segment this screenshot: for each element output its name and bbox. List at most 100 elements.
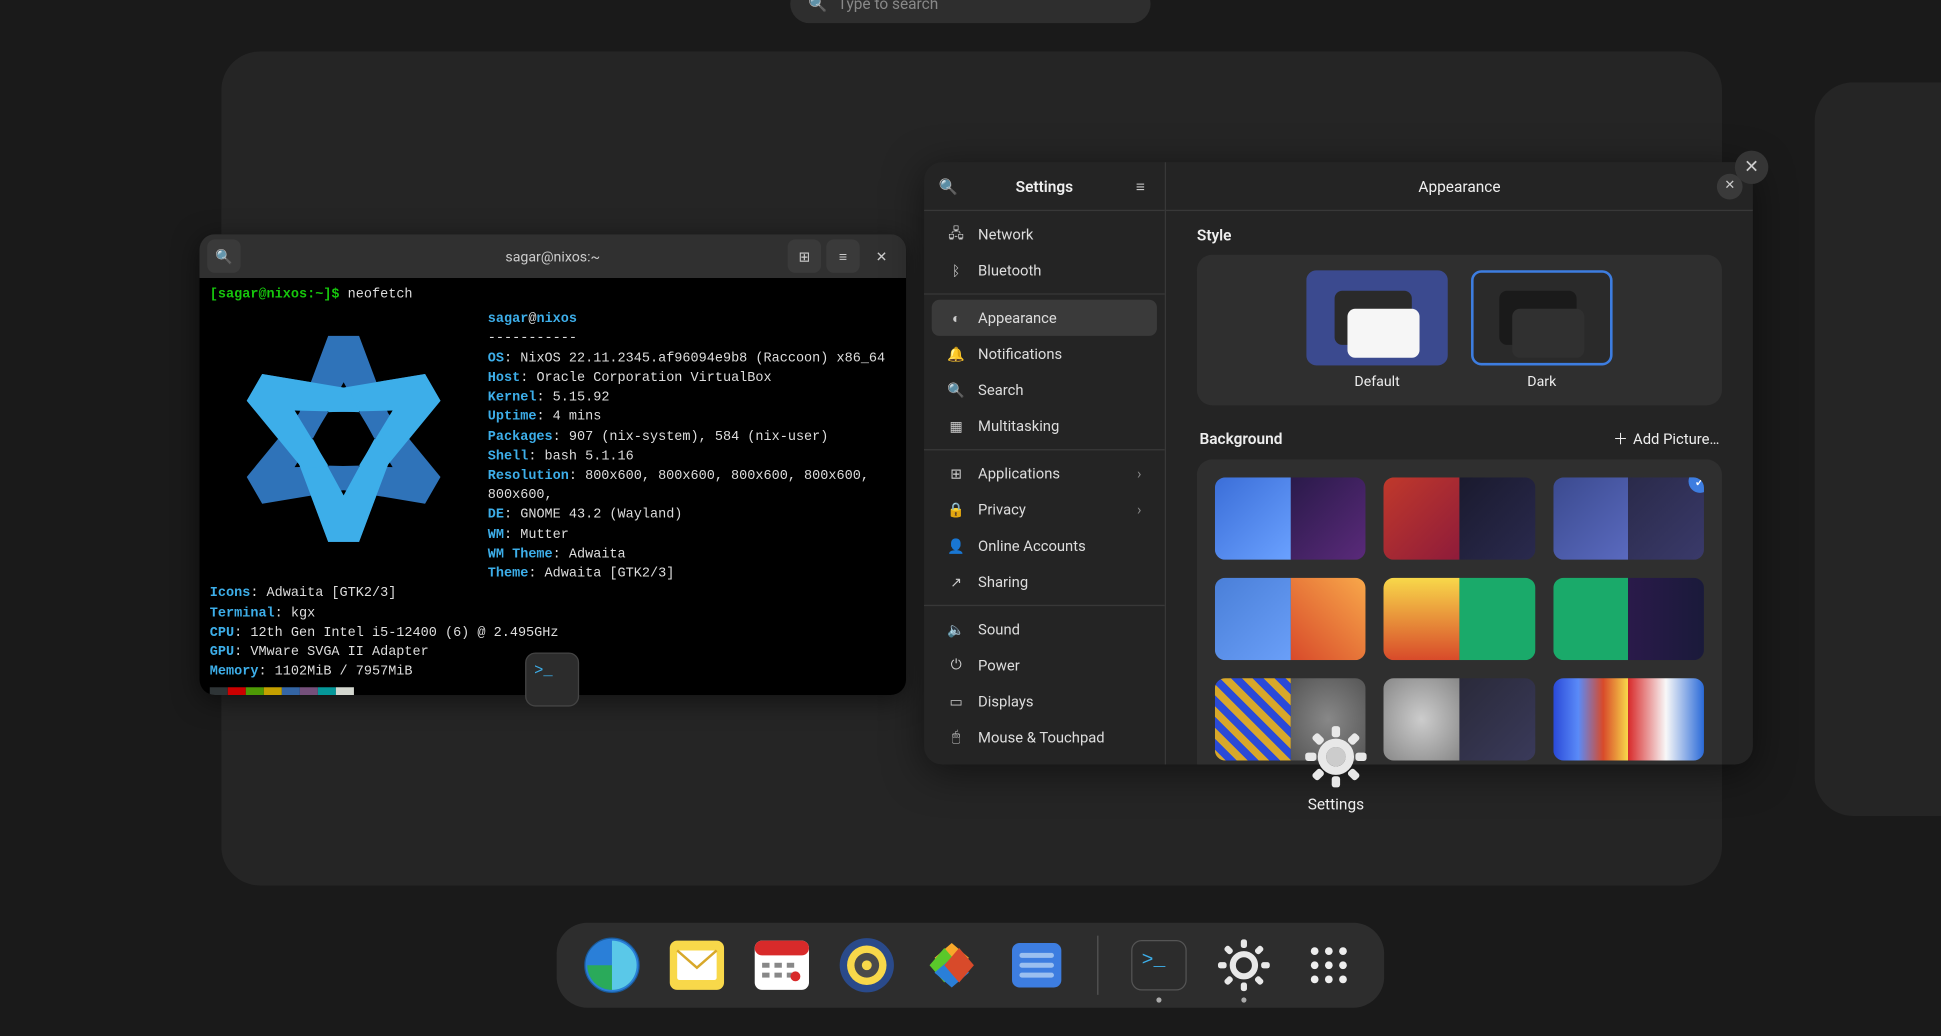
sidebar-item-displays[interactable]: ▭ Displays [932,683,1157,719]
notifications-icon: 🔔 [947,346,965,363]
settings-app-thumbnail[interactable]: Settings [1302,723,1369,813]
wallpaper-option[interactable] [1384,678,1535,760]
sidebar-item-label: Network [978,225,1033,243]
sidebar-item-label: Displays [978,692,1033,710]
wallpaper-option[interactable] [1215,477,1366,559]
sidebar-item-sound[interactable]: 🔈 Sound [932,611,1157,647]
sidebar-item-bluetooth[interactable]: ᛒBluetooth [932,252,1157,288]
network-icon: 🖧 [947,222,965,246]
wallpaper-option[interactable] [1215,578,1366,660]
workspace-next[interactable] [1815,82,1941,816]
nixos-logo-ascii [215,310,472,567]
bluetooth-icon: ᛒ [947,262,965,279]
neofetch-line: Terminal: kgx [210,604,896,624]
sidebar-item-network[interactable]: 🖧 Network [932,216,1157,252]
dock-music[interactable] [837,936,896,995]
overview-close-button[interactable]: ✕ [1735,151,1768,184]
terminal-prompt-icon: >_ [534,662,553,680]
sidebar-item-label: Multitasking [978,417,1059,435]
wallpaper-option[interactable] [1553,578,1704,660]
background-card: ✓ [1197,459,1722,764]
wallpaper-option[interactable]: ✓ [1553,477,1704,559]
sidebar-item-appearance[interactable]: ◐Appearance [932,300,1157,336]
dock-terminal[interactable]: >_ [1129,936,1188,995]
neofetch-line: Icons: Adwaita [GTK2/3] [210,585,896,605]
style-card: Default Dark [1197,255,1722,406]
dock-show-apps[interactable] [1299,936,1358,995]
sidebar-item-online-accounts[interactable]: 👤Online Accounts [932,528,1157,564]
sidebar-item-sharing[interactable]: ↗Sharing [932,564,1157,600]
terminal-new-tab-button[interactable]: ⊞ [788,239,821,272]
dock-mail[interactable] [667,936,726,995]
search-icon: 🔍 [808,0,827,13]
terminal-menu-button[interactable]: ≡ [826,239,859,272]
wallpaper-option[interactable] [1384,477,1535,559]
sidebar-separator [924,293,1165,294]
sidebar-item-multitasking[interactable]: ▦ Multitasking [932,408,1157,444]
dock-settings[interactable] [1214,936,1273,995]
sidebar-item-label: Power [978,656,1020,674]
terminal-search-button[interactable]: 🔍 [207,239,240,272]
style-option-default[interactable]: Default [1306,270,1448,390]
sidebar-item-keyboard[interactable]: ⌨Keyboard [932,755,1157,764]
dock-separator [1097,936,1098,995]
hamburger-icon: ≡ [1136,177,1145,195]
settings-search-button[interactable]: 🔍 [934,172,962,200]
wallpaper-option[interactable] [1553,678,1704,760]
terminal-app-thumbnail[interactable]: >_ [525,653,579,707]
sidebar-item-notifications[interactable]: 🔔Notifications [932,336,1157,372]
settings-sidebar-header: 🔍 Settings ≡ [924,162,1165,211]
search-placeholder: Type to search [838,0,938,13]
mouse-touchpad-icon: 🖱 [947,728,965,746]
sidebar-item-label: Sound [978,620,1020,638]
chevron-right-icon: › [1137,501,1141,519]
style-label-dark: Dark [1527,373,1556,390]
displays-icon: ▭ [947,693,965,710]
sidebar-item-label: Search [978,381,1023,399]
terminal-title: sagar@nixos:~ [505,248,600,265]
settings-thumb-label: Settings [1308,795,1364,813]
sidebar-item-applications[interactable]: ⊞Applications› [932,456,1157,492]
terminal-window[interactable]: 🔍 sagar@nixos:~ ⊞ ≡ ✕ [sagar@nixos:~]$ n… [199,234,906,695]
style-option-dark[interactable]: Dark [1471,270,1613,390]
sidebar-item-search[interactable]: 🔍 Search [932,372,1157,408]
sidebar-item-label: Privacy [978,501,1026,519]
wallpaper-option[interactable] [1384,578,1535,660]
settings-main-header: Appearance ✕ [1166,162,1753,211]
add-picture-button[interactable]: ＋ Add Picture… [1613,429,1719,450]
svg-text:>_: >_ [1142,949,1166,971]
sidebar-separator [924,449,1165,450]
close-icon: ✕ [1724,179,1735,193]
sidebar-item-label: Applications [978,465,1060,483]
sidebar-item-power[interactable]: ⏻Power [932,647,1157,683]
neofetch-line: CPU: 12th Gen Intel i5-12400 (6) @ 2.495… [210,624,896,644]
neofetch-line: Theme: Adwaita [GTK2/3] [210,565,896,585]
appearance-icon: ◐ [947,310,965,327]
search-icon: 🔍 [947,382,965,399]
settings-menu-button[interactable]: ≡ [1126,172,1154,200]
search-icon: 🔍 [939,177,958,195]
dock-calendar[interactable] [752,936,811,995]
plus-icon: ⊞ [798,248,810,265]
sound-icon: 🔈 [947,621,965,638]
overview-search[interactable]: 🔍 Type to search [790,0,1150,23]
dock-web-browser[interactable] [582,936,641,995]
plus-icon: ＋ [1613,429,1628,450]
settings-title: Settings [1016,177,1073,195]
sidebar-item-privacy[interactable]: 🔒Privacy› [932,492,1157,528]
sidebar-separator [924,605,1165,606]
terminal-close-button[interactable]: ✕ [865,239,898,272]
style-section-label: Style [1197,227,1722,245]
chevron-right-icon: › [1137,465,1141,483]
sidebar-item-mouse-touchpad[interactable]: 🖱Mouse & Touchpad [932,719,1157,755]
dock-photos[interactable] [922,936,981,995]
online-accounts-icon: 👤 [947,537,965,554]
hamburger-icon: ≡ [839,248,847,265]
command: neofetch [348,287,413,302]
settings-window[interactable]: 🔍 Settings ≡ 🖧NetworkᛒBluetooth◐Appearan… [924,162,1753,764]
apps-grid-icon [1311,947,1347,983]
dock-files[interactable] [1007,936,1066,995]
dock: >_ [557,923,1385,1008]
terminal-body[interactable]: [sagar@nixos:~]$ neofetch [199,278,906,695]
multitasking-icon: ▦ [947,418,965,435]
